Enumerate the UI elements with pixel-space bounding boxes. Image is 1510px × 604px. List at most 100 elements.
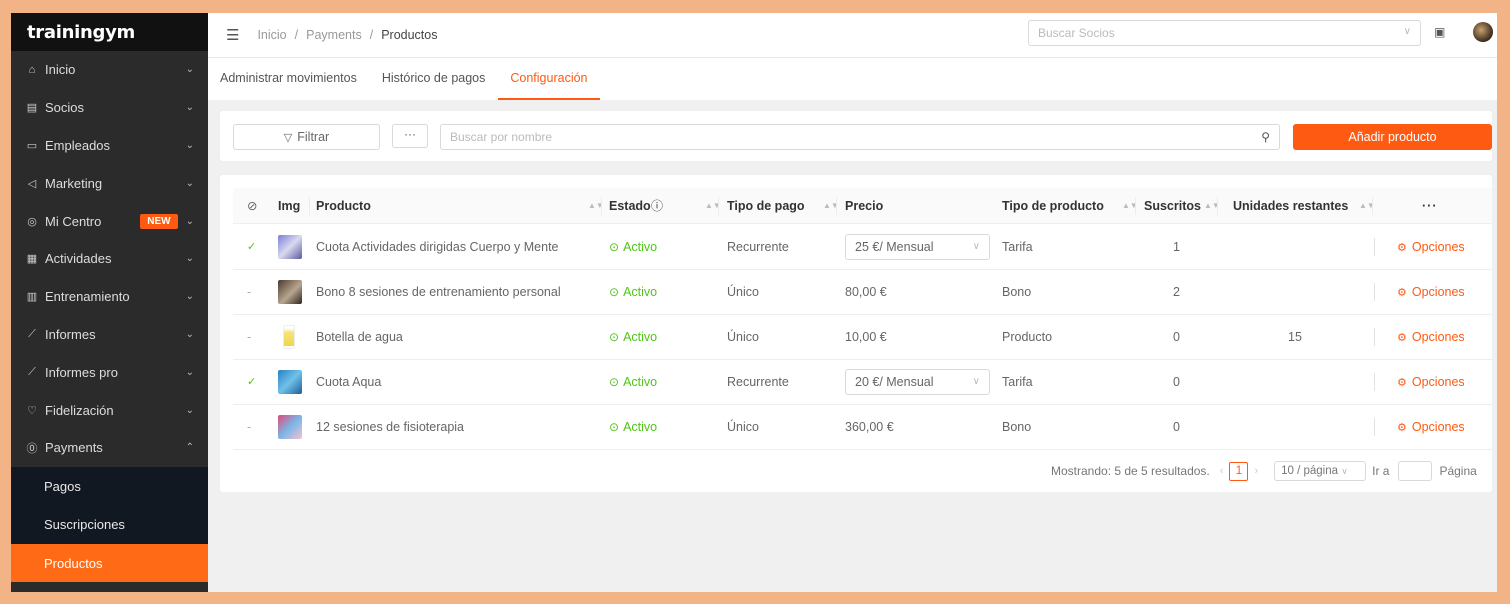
chevron-down-icon[interactable]: ⌄ [186, 178, 194, 189]
options-button[interactable]: ⚙ Opciones [1397, 270, 1465, 314]
filter-label: Filtrar [297, 130, 330, 144]
chevron-down-icon[interactable]: ⌄ [186, 367, 194, 378]
chevron-down-icon: ∨ [1403, 26, 1411, 37]
breadcrumb-item-payments[interactable]: Payments [306, 28, 362, 42]
table-row[interactable]: ✓ Cuota Actividades dirigidas Cuerpo y Me… [233, 225, 1492, 270]
product-type: Producto [1002, 330, 1053, 344]
tab-historico-de-pagos[interactable]: Histórico de pagos [370, 58, 498, 100]
payment-type: Único [727, 420, 759, 434]
sidebar-item-label: Marketing [45, 175, 103, 191]
tab-administrar-movimientos[interactable]: Administrar movimientos [208, 58, 369, 100]
breadcrumb-separator: / [294, 28, 299, 42]
prev-page-icon[interactable]: ‹ [1220, 465, 1224, 477]
chevron-down-icon[interactable]: ⌄ [186, 64, 194, 75]
table-row[interactable]: - Bono 8 sesiones de entrenamiento person… [233, 270, 1492, 315]
options-button[interactable]: ⚙ Opciones [1397, 225, 1465, 269]
chevron-down-icon[interactable]: ⌄ [186, 140, 194, 151]
header-tipo-de-pago[interactable]: Tipo de pago [727, 188, 805, 224]
sidebar-item-marketing[interactable]: ◁ Marketing ⌄ [11, 164, 208, 202]
filter-button[interactable]: ▽ Filtrar [233, 124, 380, 150]
product-type: Bono [1002, 420, 1032, 434]
logo[interactable]: trainingym [27, 22, 135, 43]
check-circle-icon: ⊙ [609, 285, 620, 299]
info-icon[interactable]: ⓘ [651, 188, 663, 224]
pagination: Mostrando: 5 de 5 resultados. ‹ 1 › 10 /… [1051, 460, 1477, 482]
header-suscritos[interactable]: Suscritos [1144, 188, 1201, 224]
sidebar-item-fidelización[interactable]: ♡ Fidelización ⌄ [11, 391, 208, 429]
chevron-down-icon[interactable]: ⌄ [186, 291, 194, 302]
page-size-select[interactable]: 10 / página ∨ [1274, 461, 1367, 481]
options-button[interactable]: ⚙ Opciones [1397, 405, 1465, 449]
price-select[interactable]: 25 €/ Mensual ∨ [845, 234, 990, 260]
chevron-down-icon[interactable]: ⌄ [186, 329, 194, 340]
header-producto[interactable]: Producto [316, 188, 371, 224]
options-button[interactable]: ⚙ Opciones [1397, 315, 1465, 359]
breadcrumb-item-inicio[interactable]: Inicio [257, 28, 286, 42]
check-circle-icon: ⊙ [609, 375, 620, 389]
sidebar-item-informes-pro[interactable]: ⟋ Informes pro ⌄ [11, 353, 208, 391]
sidebar-item-mi-centro[interactable]: ◎ Mi Centro NEW ⌄ [11, 202, 208, 240]
payment-type: Recurrente [727, 240, 789, 254]
sidebar-item-entrenamiento[interactable]: ▥ Entrenamiento ⌄ [11, 278, 208, 316]
chevron-down-icon[interactable]: ⌄ [186, 102, 194, 113]
header-estado[interactable]: Estado [609, 188, 651, 224]
options-label: Opciones [1411, 375, 1465, 389]
column-divider [836, 197, 837, 215]
id-card-icon: ▤ [26, 102, 38, 115]
payments-submenu: Pagos Suscripciones Productos [11, 466, 208, 583]
avatar[interactable] [1473, 22, 1493, 42]
options-button[interactable]: ⚙ Opciones [1397, 360, 1465, 404]
chevron-down-icon[interactable]: ⌄ [186, 216, 194, 227]
column-divider [1374, 328, 1375, 346]
column-settings-button[interactable]: ··· [1422, 188, 1438, 224]
chevron-down-icon[interactable]: ⌄ [186, 405, 194, 416]
search-icon[interactable]: ⚲ [1261, 130, 1270, 144]
header-tipo-de-producto[interactable]: Tipo de producto [1002, 188, 1104, 224]
product-thumbnail [278, 415, 302, 439]
goto-page-input[interactable] [1398, 461, 1433, 481]
search-by-name-input[interactable]: Buscar por nombre ⚲ [440, 124, 1280, 150]
sidebar-item-empleados[interactable]: ▭ Empleados ⌄ [11, 127, 208, 165]
header-unidades-restantes[interactable]: Unidades restantes [1233, 188, 1348, 224]
location-pin-icon: ◎ [27, 215, 37, 228]
check-circle-icon: ⊙ [609, 330, 620, 344]
sidebar-subitem-productos[interactable]: Productos [11, 543, 208, 583]
subscribers-count: 1 [1173, 240, 1180, 254]
price-select[interactable]: 20 €/ Mensual ∨ [845, 369, 990, 395]
next-page-icon[interactable]: › [1254, 465, 1258, 477]
more-options-button[interactable]: ··· [392, 124, 428, 148]
sidebar-item-informes[interactable]: ⟋ Informes ⌄ [11, 316, 208, 354]
chevron-down-icon[interactable]: ⌄ [186, 253, 194, 264]
sidebar-subitem-pagos[interactable]: Pagos [11, 467, 208, 506]
product-type: Bono [1002, 285, 1032, 299]
add-product-button[interactable]: Añadir producto [1293, 124, 1492, 150]
clipboard-icon: ▥ [26, 291, 38, 304]
column-divider [601, 197, 602, 215]
menu-toggle-icon[interactable]: ☰ [226, 26, 239, 44]
table-row[interactable]: - Botella de agua ⊙ Activo Único 10,00 € Produ… [233, 315, 1492, 360]
pagination-summary: Mostrando: 5 de 5 resultados. [1051, 464, 1210, 478]
sidebar-item-label: Inicio [45, 62, 76, 78]
status-badge: ⊙ Activo [609, 315, 657, 359]
table-row[interactable]: ✓ Cuota Aqua ⊙ Activo Recurrente 20 €/ Mensua… [233, 360, 1492, 405]
sidebar-subitem-suscripciones[interactable]: Suscripciones [11, 505, 208, 544]
search-socios-select[interactable]: Buscar Socios ∨ [1028, 20, 1421, 46]
chevron-up-icon[interactable]: ⌃ [186, 442, 194, 453]
subscribers-count: 2 [1173, 285, 1180, 299]
sidebar-item-socios[interactable]: ▤ Socios ⌄ [11, 89, 208, 127]
sidebar-item-label: Actividades [45, 251, 112, 267]
sidebar-item-payments[interactable]: ⓪ Payments ⌃ [11, 429, 208, 467]
table-row[interactable]: - 12 sesiones de fisioterapia ⊙ Activo Único… [233, 405, 1492, 450]
calendar-icon[interactable]: ▣ [1434, 25, 1445, 39]
sidebar-item-label: Payments [45, 440, 103, 456]
sidebar-item-actividades[interactable]: ▦ Actividades ⌄ [11, 240, 208, 278]
sidebar: trainingym ⌂ Inicio ⌄ ▤ Socios ⌄ ▭ Empleados ⌄ ◁ M… [11, 13, 208, 592]
product-name: Cuota Actividades dirigidas Cuerpo y Men… [316, 240, 559, 254]
page-1-button[interactable]: 1 [1229, 461, 1249, 481]
new-badge: NEW [140, 213, 178, 229]
app-window: trainingym ⌂ Inicio ⌄ ▤ Socios ⌄ ▭ Empleados ⌄ ◁ M… [11, 13, 1497, 592]
column-divider [1374, 418, 1375, 436]
linked-check-icon: ✓ [247, 241, 257, 253]
tab-configuracion[interactable]: Configuración [498, 58, 600, 100]
sidebar-item-inicio[interactable]: ⌂ Inicio ⌄ [11, 51, 208, 89]
